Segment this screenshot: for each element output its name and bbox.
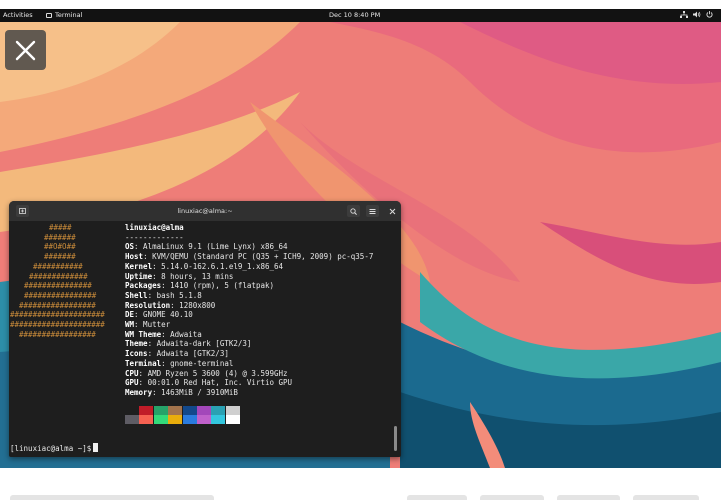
- palette-swatch: [225, 406, 240, 415]
- logo-line: ################: [24, 290, 97, 300]
- volume-icon: [693, 11, 701, 18]
- hamburger-menu-icon: [369, 209, 376, 214]
- logo-line: ##O#O##: [44, 242, 76, 252]
- palette-swatch: [197, 406, 211, 415]
- info-row: Memory: 1463MiB / 3910MiB: [125, 387, 238, 397]
- bottom-bar-segment: [407, 495, 467, 500]
- palette-swatch: [211, 406, 226, 415]
- palette-swatch: [139, 406, 154, 415]
- info-row: OS: AlmaLinux 9.1 (Lime Lynx) x86_64: [125, 242, 288, 252]
- logo-line: ###############: [24, 281, 92, 291]
- window-title: linuxiac@alma:~: [177, 207, 233, 215]
- palette-swatch: [139, 415, 154, 424]
- info-row: GPU: 00:01.0 Red Hat, Inc. Virtio GPU: [125, 378, 293, 388]
- bottom-bar-segment: [633, 495, 699, 500]
- palette-swatch: [153, 415, 168, 424]
- window-close-icon: [389, 208, 396, 215]
- search-icon: [350, 208, 357, 215]
- palette-swatch: [211, 415, 226, 424]
- logo-line: #####################: [10, 320, 105, 329]
- logo-line: ###########: [33, 261, 83, 271]
- user-host: linuxiac@alma: [125, 223, 184, 232]
- clock[interactable]: Dec 10 8:40 PM: [329, 11, 380, 19]
- terminal-window[interactable]: linuxiac@alma:~ ##### ####### ##O#O## ##…: [9, 201, 401, 457]
- network-icon: [680, 11, 688, 18]
- system-tray[interactable]: [680, 11, 713, 18]
- bottom-bar-segment: [480, 495, 544, 500]
- bottom-bar-segment: [557, 495, 620, 500]
- scrollbar-thumb[interactable]: [394, 426, 397, 451]
- palette-swatch: [125, 406, 139, 415]
- info-row: Host: KVM/QEMU (Standard PC (Q35 + ICH9,…: [125, 252, 374, 262]
- gnome-top-bar: Activities Terminal Dec 10 8:40 PM: [0, 9, 721, 22]
- power-icon: [706, 11, 713, 18]
- logo-line: #######: [44, 232, 76, 242]
- terminal-app-icon: [46, 12, 52, 18]
- info-row: Terminal: gnome-terminal: [125, 358, 234, 368]
- terminal-header-bar[interactable]: linuxiac@alma:~: [9, 201, 401, 221]
- window-close-button[interactable]: [386, 205, 399, 217]
- terminal-scrollbar[interactable]: [394, 223, 398, 455]
- logo-line: #######: [44, 252, 76, 262]
- info-row: Uptime: 8 hours, 13 mins: [125, 271, 234, 281]
- separator: -------------: [125, 232, 184, 242]
- text-cursor: [93, 443, 99, 452]
- palette-swatch: [125, 415, 139, 424]
- palette-swatch: [168, 406, 183, 415]
- logo-line: #################: [19, 329, 96, 339]
- palette-swatch: [168, 415, 183, 424]
- info-row: Icons: Adwaita [GTK2/3]: [125, 349, 229, 359]
- bottom-bar-segment: [10, 495, 214, 500]
- palette-swatch: [153, 406, 168, 415]
- palette-swatch: [182, 415, 197, 424]
- logo-line: #################: [19, 300, 96, 310]
- info-row: Kernel: 5.14.0-162.6.1.el9_1.x86_64: [125, 261, 284, 271]
- close-button[interactable]: [5, 30, 46, 70]
- palette-swatch: [182, 406, 197, 415]
- logo-line: #############: [29, 271, 88, 281]
- app-menu-button[interactable]: Terminal: [46, 11, 82, 19]
- info-row: CPU: AMD Ryzen 5 3600 (4) @ 3.599GHz: [125, 368, 288, 378]
- info-row: Theme: Adwaita-dark [GTK2/3]: [125, 339, 252, 349]
- close-icon: [15, 40, 36, 61]
- top-margin: [0, 0, 721, 9]
- logo-line: #####################: [10, 310, 105, 320]
- logo-line: #####: [49, 223, 72, 232]
- activities-button[interactable]: Activities: [3, 11, 33, 19]
- info-row: Packages: 1410 (rpm), 5 (flatpak): [125, 281, 275, 291]
- palette-swatch: [197, 415, 211, 424]
- app-name: Terminal: [55, 11, 83, 19]
- info-row: Shell: bash 5.1.8: [125, 290, 202, 300]
- shell-prompt[interactable]: [linuxiac@alma ~]$: [10, 443, 99, 454]
- menu-button[interactable]: [366, 205, 379, 217]
- info-row: WM: Mutter: [125, 320, 171, 329]
- info-row: Resolution: 1280x800: [125, 300, 216, 310]
- info-row: WM Theme: Adwaita: [125, 329, 202, 339]
- search-button[interactable]: [347, 205, 360, 217]
- palette-swatch: [225, 415, 240, 424]
- info-row: DE: GNOME 40.10: [125, 310, 193, 320]
